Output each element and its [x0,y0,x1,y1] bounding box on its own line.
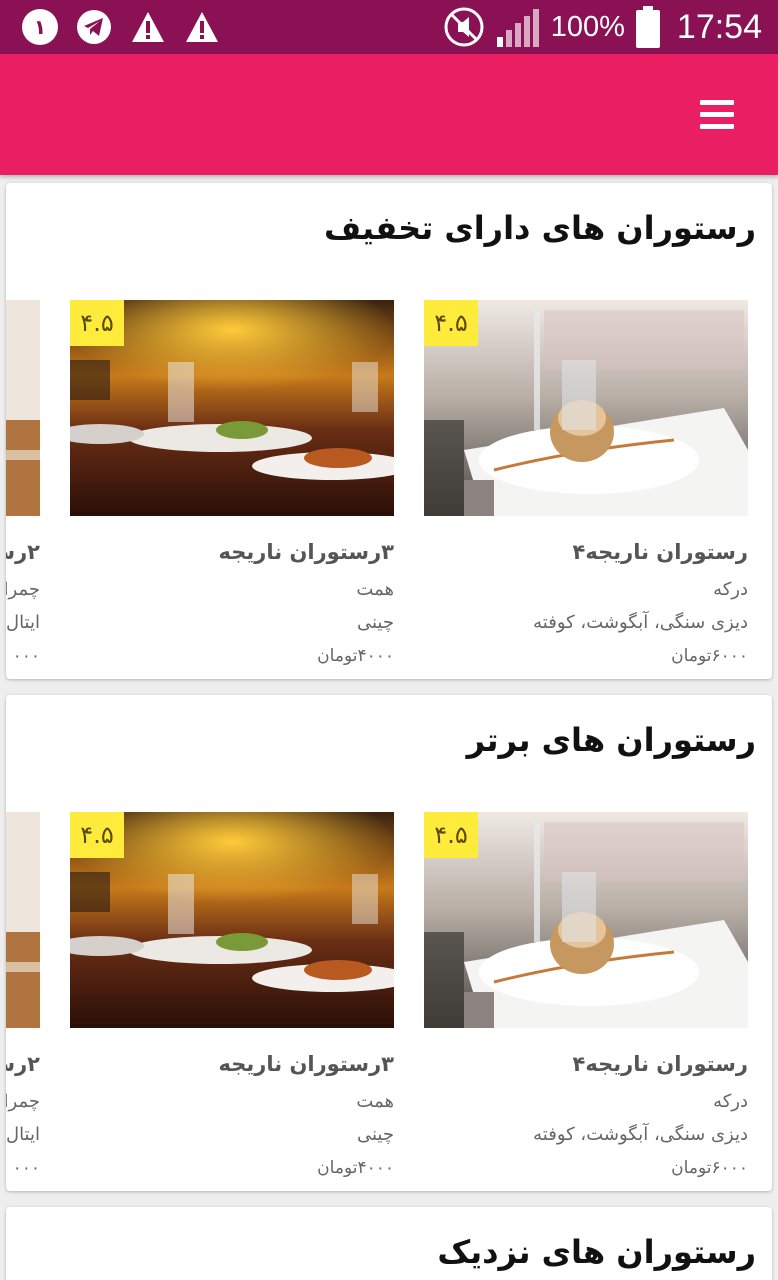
restaurant-name: ۳رستوران ناریجه [218,540,394,564]
restaurant-name: رستوران ناریجه۴ [572,540,748,564]
warning-icon [186,12,218,42]
restaurant-foods: چینی [357,612,394,633]
restaurant-image [6,812,40,1028]
rating-badge: ۴.۵ [424,300,478,346]
restaurant-price: ۶۰۰۰تومان [671,646,748,666]
app-bar [0,54,778,175]
rating-badge: ۴.۵ [70,812,124,858]
restaurant-name: ۳رستوران ناریجه [218,1052,394,1076]
restaurant-foods: دیزی سنگی، آبگوشت، کوفته [533,1124,748,1145]
restaurant-area: درکه [713,579,748,600]
restaurant-foods: ایتال [6,1124,40,1145]
warning-icon [132,12,164,42]
restaurant-foods: چینی [357,1124,394,1145]
telegram-icon [77,10,111,44]
rating-badge: ۴.۵ [70,300,124,346]
restaurant-foods: دیزی سنگی، آبگوشت، کوفته [533,612,748,633]
menu-icon[interactable] [700,100,736,130]
section-title: رستوران های نزدیک [437,1233,756,1271]
restaurant-area: همت [356,1091,394,1112]
signal-icon [496,9,539,47]
restaurant-price: ۴۰۰۰تومان [317,1158,394,1178]
restaurant-card[interactable]: ۴.۵ ۳رستوران ناریجه همت چینی ۴۰۰۰تومان [70,812,394,1190]
restaurant-price: ۴۰۰۰تومان [317,646,394,666]
battery-percent: 100% [550,10,625,43]
section-nearby-restaurants: رستوران های نزدیک [6,1207,772,1280]
section-title: رستوران های دارای تخفیف [323,209,756,247]
rating-badge: ۴.۵ [424,812,478,858]
restaurant-name: ۲رس [6,1052,40,1076]
restaurant-image [6,300,40,516]
restaurant-card[interactable]: ۴.۵ رستوران ناریجه۴ درکه دیزی سنگی، آبگو… [424,300,748,678]
restaurant-area: درکه [713,1091,748,1112]
restaurant-card[interactable]: ۴.۵ ۳رستوران ناریجه همت چینی ۴۰۰۰تومان [70,300,394,678]
badge-one-icon: ١ [22,9,58,45]
status-bar: ١ 100% 17:54 [0,0,778,54]
section-title: رستوران های برتر [466,721,756,759]
restaurant-card[interactable]: ۲رس چمرا ایتال ۰۰۰ [6,300,40,678]
restaurant-price: ۶۰۰۰تومان [671,1158,748,1178]
mute-icon [444,7,484,47]
restaurant-name: رستوران ناریجه۴ [572,1052,748,1076]
restaurant-price: ۰۰۰ [12,646,40,666]
restaurant-area: چمرا [6,1091,40,1112]
restaurant-card[interactable]: ۴.۵ رستوران ناریجه۴ درکه دیزی سنگی، آبگو… [424,812,748,1190]
section-top-restaurants: رستوران های برتر ۴.۵ رستوران ناریجه۴ درک… [6,695,772,1191]
restaurant-area: چمرا [6,579,40,600]
battery-icon [635,6,660,48]
status-right-icons: 100% 17:54 [443,6,762,48]
restaurant-card[interactable]: ۲رس چمرا ایتال ۰۰۰ [6,812,40,1190]
status-left-icons: ١ [22,8,220,46]
restaurant-name: ۲رس [6,540,40,564]
section-discounted-restaurants: رستوران های دارای تخفیف ۴.۵ رستوران ناری… [6,183,772,679]
restaurant-price: ۰۰۰ [12,1158,40,1178]
clock: 17:54 [676,7,762,46]
restaurant-area: همت [356,579,394,600]
restaurant-foods: ایتال [6,612,40,633]
